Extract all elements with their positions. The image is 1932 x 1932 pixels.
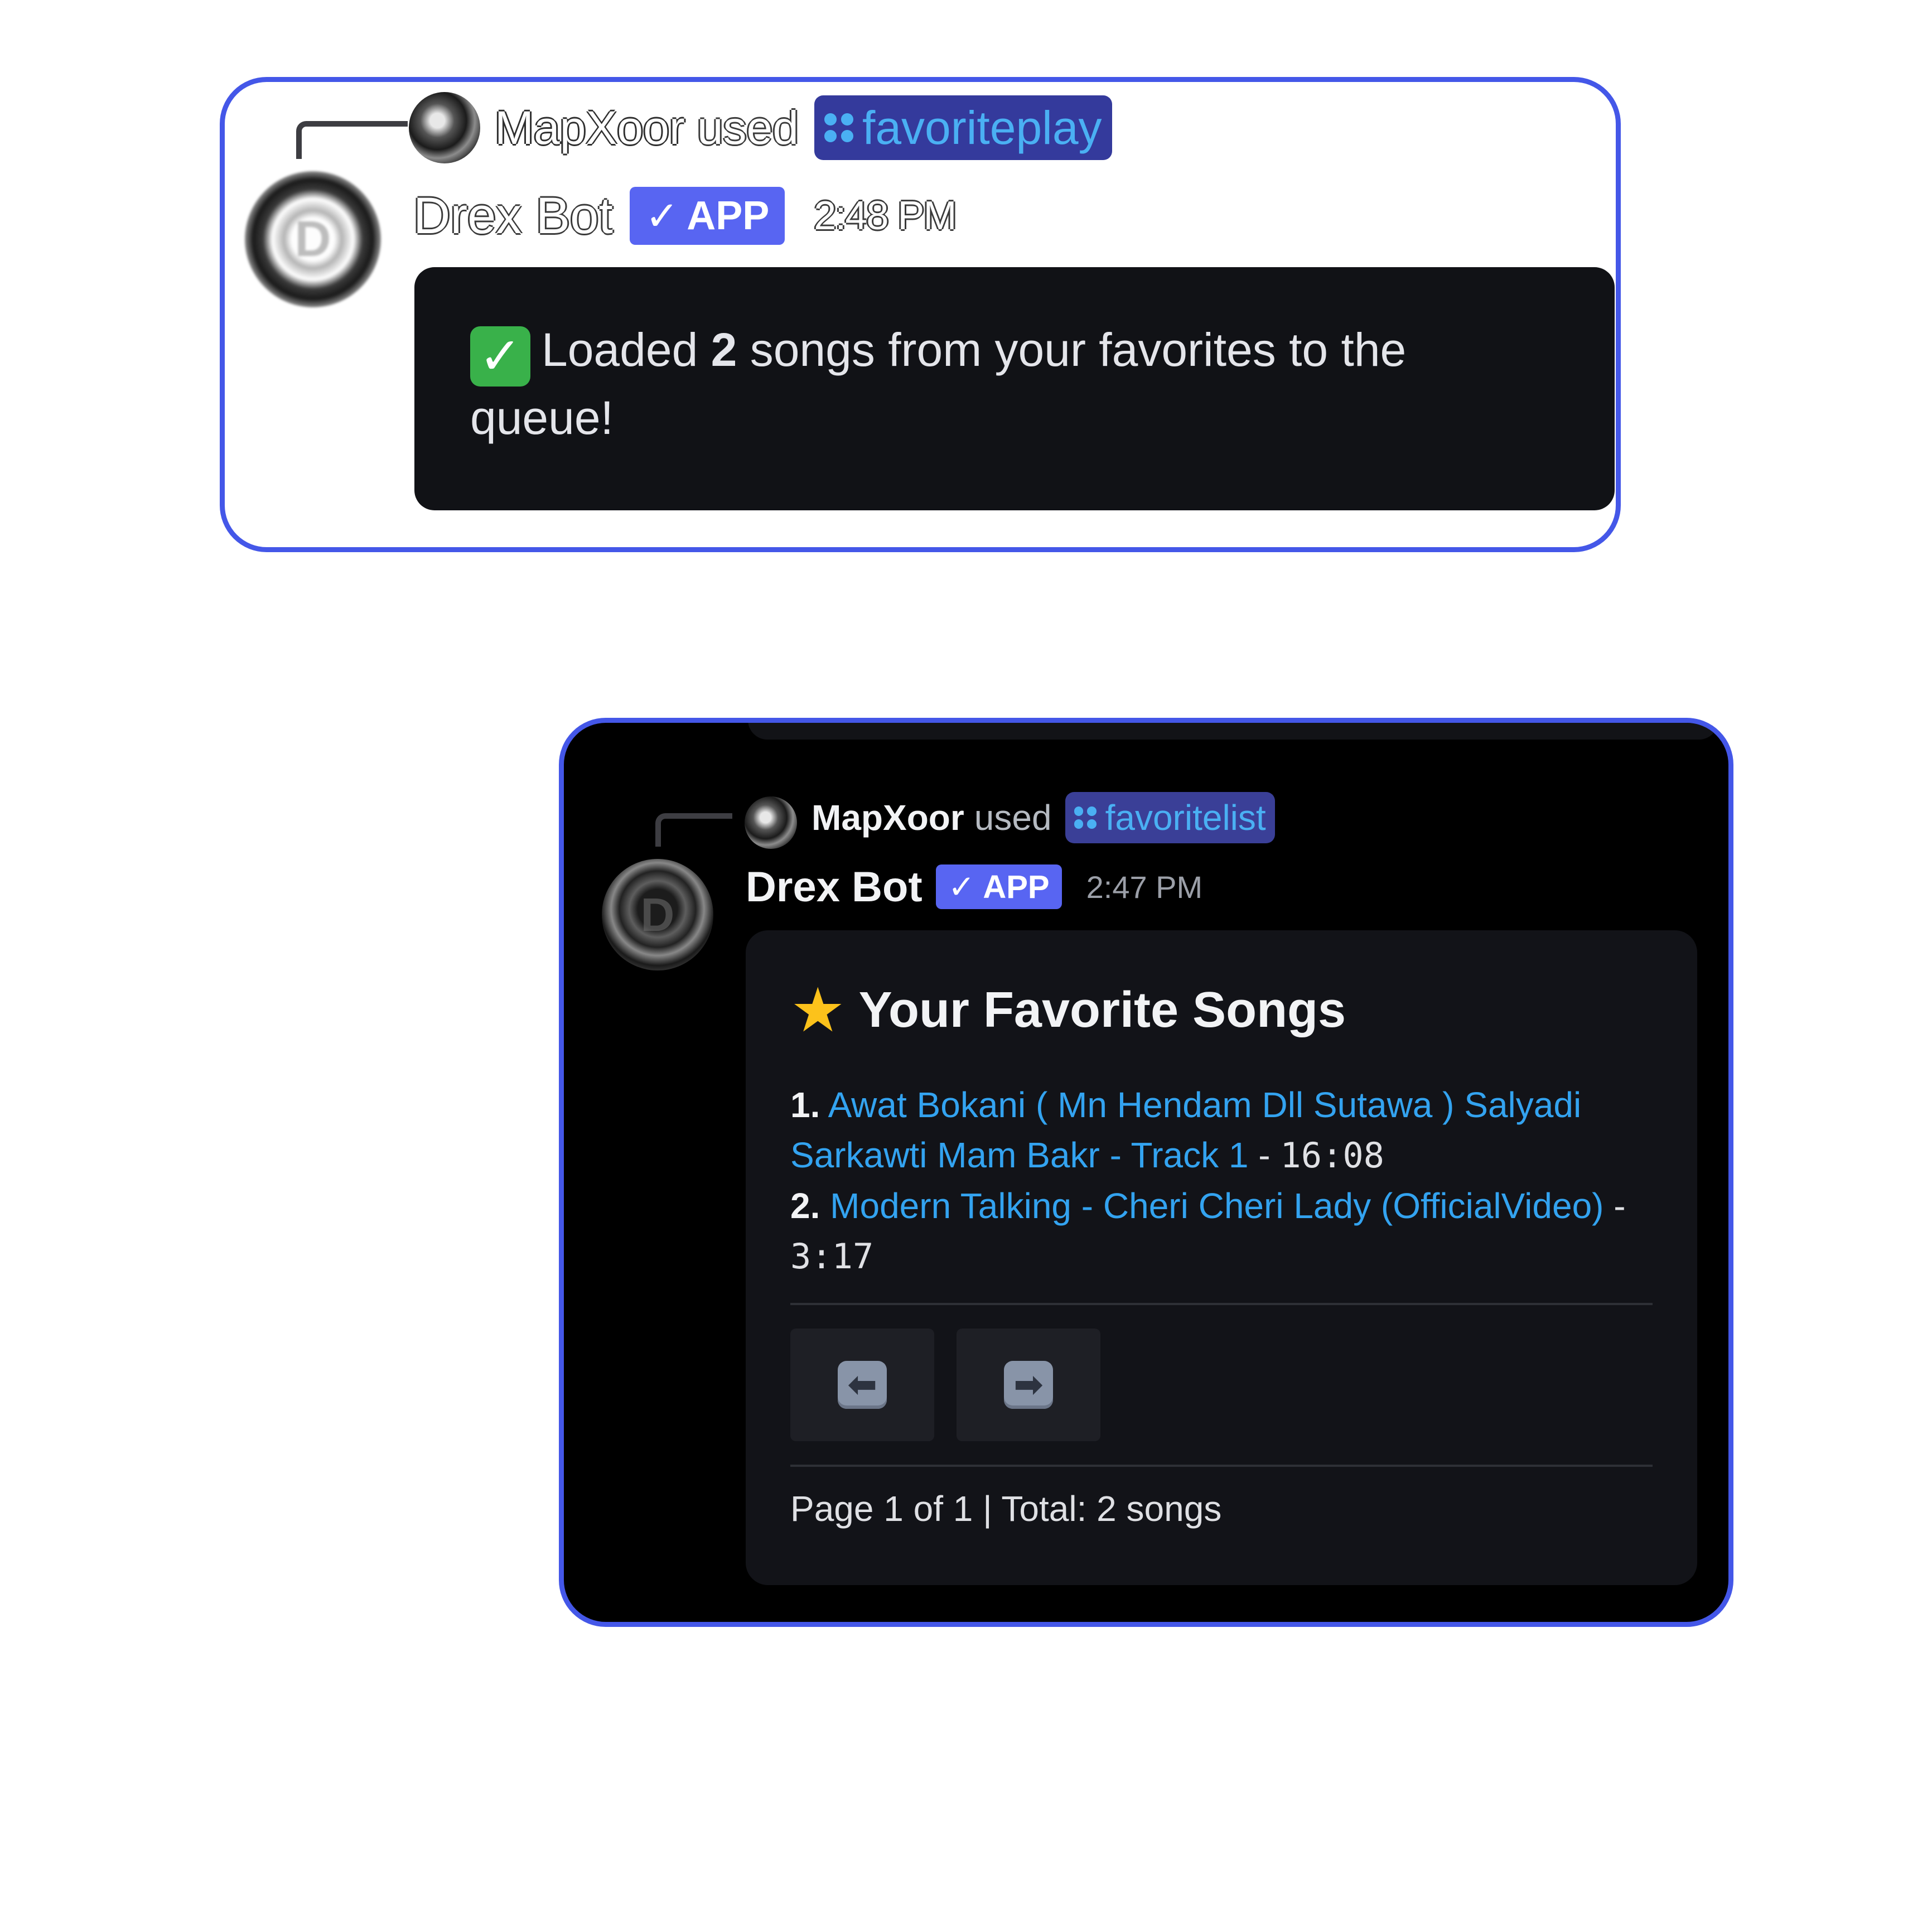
bot-avatar[interactable]: D [602,859,713,970]
song-number: 2. [790,1186,820,1226]
message-timestamp: 2:48 PM [814,194,957,238]
avatar-letter: D [294,211,331,267]
message-header: Drex Bot ✓ APP 2:47 PM [746,859,1202,915]
divider [790,1303,1653,1305]
used-label: used [974,798,1052,838]
reply-connector [296,121,408,159]
previous-embed-edge [748,723,1718,740]
message-header: Drex Bot ✓ APP 2:48 PM [413,182,957,249]
loaded-count: 2 [711,323,737,376]
bot-name[interactable]: Drex Bot [746,863,922,911]
bot-avatar[interactable]: D [245,171,381,307]
list-item: 2. Modern Talking - Cheri Cheri Lady (Of… [790,1181,1672,1282]
message-timestamp: 2:47 PM [1086,869,1203,905]
song-duration: 3:17 [790,1236,874,1277]
command-name: favoriteplay [862,101,1102,154]
song-number: 1. [790,1085,820,1125]
star-icon: ★ [790,974,846,1046]
favoritelist-message-card: MapXoor used favoritelist D Drex Bot ✓ A… [559,718,1733,1627]
command-usage-header: MapXoor used favoriteplay [495,94,1112,161]
app-badge: ✓ APP [935,864,1062,909]
slash-command-icon [1074,806,1097,829]
list-item: 1. Awat Bokani ( Mn Hendam Dll Sutawa ) … [790,1080,1672,1181]
app-badge: ✓ APP [629,187,785,245]
avatar-letter: D [640,888,675,941]
favorites-embed: ★ Your Favorite Songs 1. Awat Bokani ( M… [746,930,1697,1585]
check-mark-icon: ✓ [470,326,530,387]
song-separator: - [1258,1135,1271,1175]
next-page-button[interactable]: ➡ [957,1329,1100,1441]
favoriteplay-message-card: MapXoor used favoriteplay D Drex Bot ✓ A… [220,77,1621,552]
previous-page-button[interactable]: ⬅ [790,1329,934,1441]
bot-name[interactable]: Drex Bot [413,187,613,245]
result-embed: ✓ Loaded 2 songs from your favorites to t… [414,267,1615,510]
divider [790,1465,1653,1467]
invoker-name[interactable]: MapXoor [812,797,964,838]
embed-text-prefix: Loaded [542,323,698,376]
invoker-avatar[interactable] [745,796,797,849]
left-arrow-icon: ⬅ [838,1361,887,1409]
invoker-avatar[interactable] [409,92,480,163]
song-separator: - [1614,1186,1626,1226]
embed-title: ★ Your Favorite Songs [790,979,1346,1041]
song-list: 1. Awat Bokani ( Mn Hendam Dll Sutawa ) … [790,1080,1672,1282]
verified-check-icon: ✓ [948,869,975,905]
slash-command-icon [824,113,853,142]
command-usage-header: MapXoor used favoritelist [812,790,1275,846]
song-link[interactable]: Awat Bokani ( Mn Hendam Dll Sutawa ) Sal… [790,1085,1581,1175]
right-arrow-icon: ➡ [1004,1361,1053,1409]
app-badge-label: APP [687,194,770,238]
reply-connector [655,813,732,847]
song-link[interactable]: Modern Talking - Cheri Cheri Lady (Offic… [830,1186,1603,1226]
used-label: used [697,101,799,154]
song-duration: 16:08 [1280,1135,1385,1176]
invoker-name[interactable]: MapXoor [495,101,685,155]
embed-title-text: Your Favorite Songs [858,982,1346,1038]
verified-check-icon: ✓ [645,194,679,239]
command-name: favoritelist [1105,798,1266,838]
command-mention[interactable]: favoritelist [1065,792,1275,843]
app-badge-label: APP [983,868,1050,905]
pagination-footer: Page 1 of 1 | Total: 2 songs [790,1489,1222,1529]
command-mention[interactable]: favoriteplay [814,95,1112,160]
